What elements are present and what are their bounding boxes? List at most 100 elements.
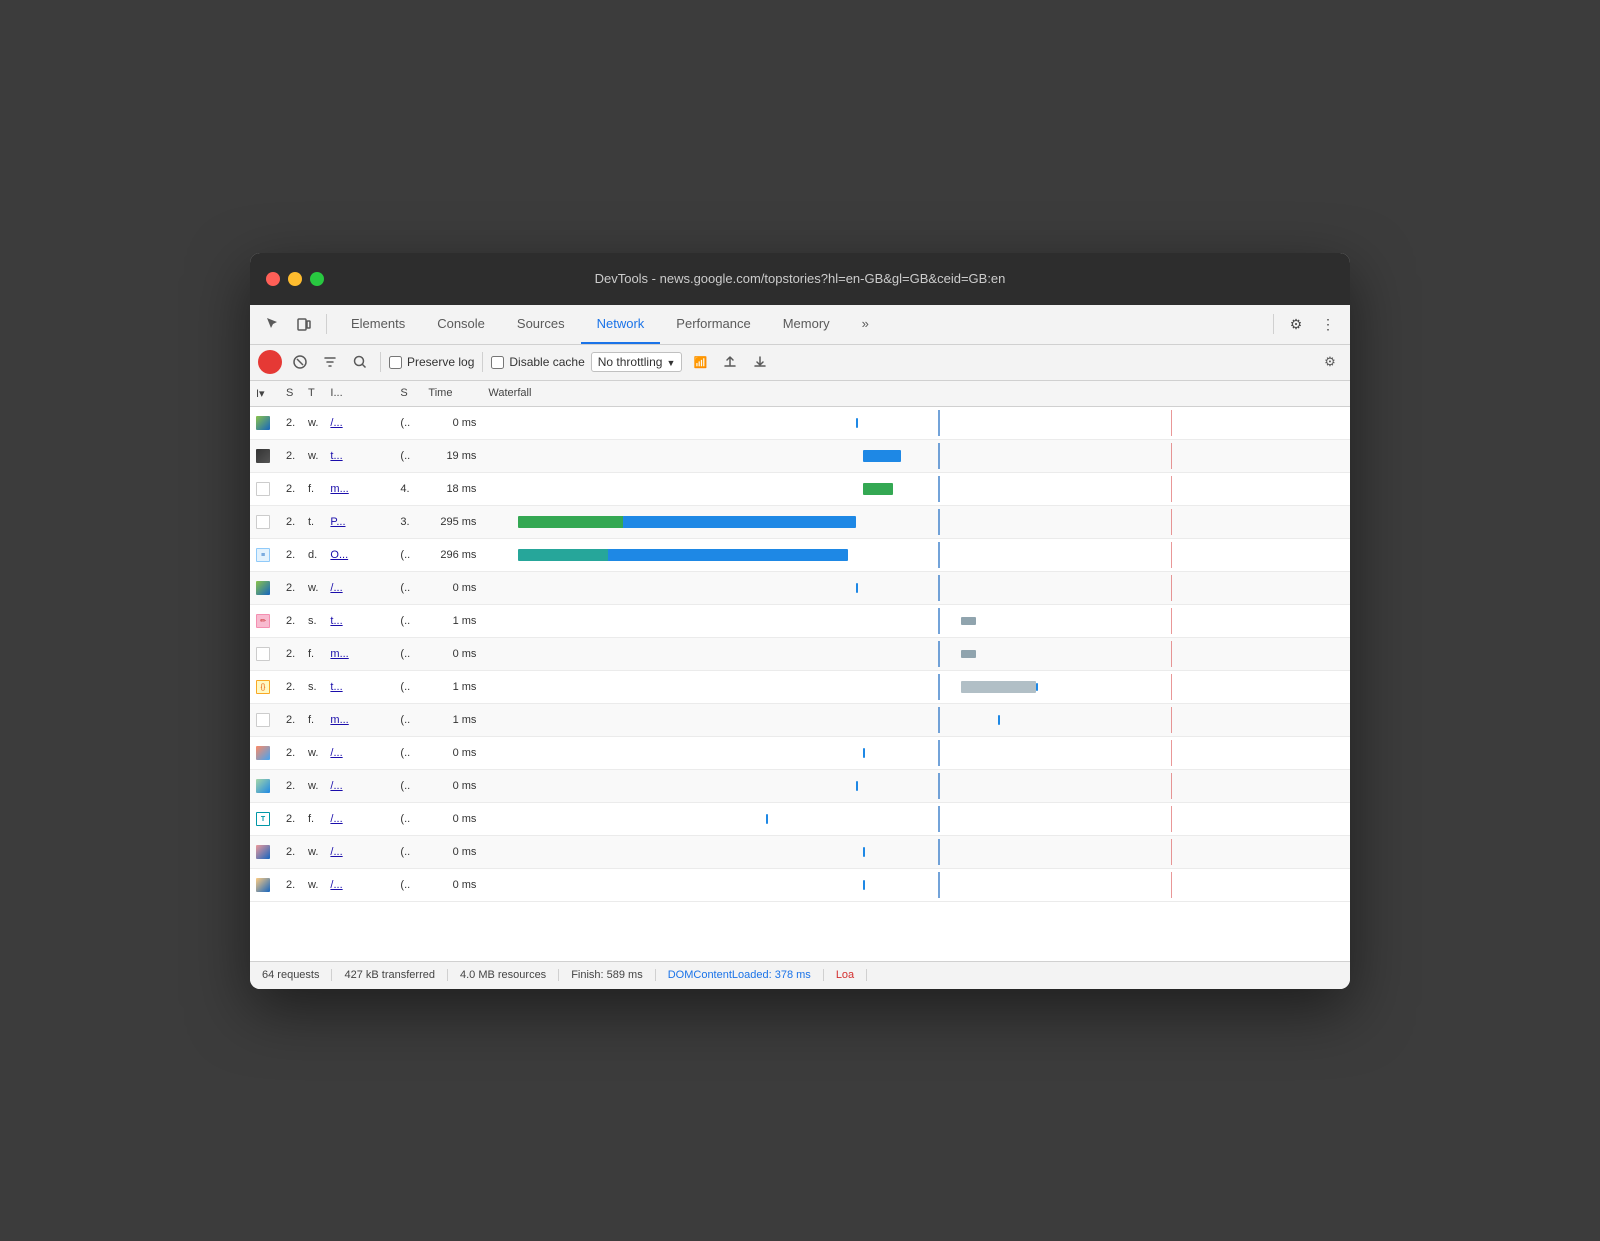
- cell-size: (..: [394, 572, 422, 605]
- cell-name: t...: [324, 605, 394, 638]
- network-table-container[interactable]: I▾ S T I... S Time Waterfall 2. w. /... …: [250, 381, 1350, 961]
- tab-console[interactable]: Console: [421, 304, 501, 344]
- tab-network[interactable]: Network: [581, 304, 661, 344]
- tab-sources[interactable]: Sources: [501, 304, 581, 344]
- record-button[interactable]: [258, 350, 282, 374]
- table-row[interactable]: {} 2. s. t... (.. 1 ms: [250, 671, 1350, 704]
- tab-elements[interactable]: Elements: [335, 304, 421, 344]
- cell-waterfall: [482, 539, 1350, 572]
- cell-col1: 2.: [280, 407, 302, 440]
- table-row[interactable]: ✏ 2. s. t... (.. 1 ms: [250, 605, 1350, 638]
- tab-more[interactable]: »: [846, 304, 885, 344]
- col-header-time[interactable]: Time: [422, 381, 482, 407]
- table-row[interactable]: 2. w. /... (.. 0 ms: [250, 869, 1350, 902]
- table-row[interactable]: 2. t. P... 3. 295 ms: [250, 506, 1350, 539]
- cell-icon: [250, 770, 280, 803]
- cell-name: /...: [324, 407, 394, 440]
- inspect-icon[interactable]: [258, 310, 286, 338]
- table-row[interactable]: 2. f. m... (.. 0 ms: [250, 638, 1350, 671]
- window-title: DevTools - news.google.com/topstories?hl…: [595, 271, 1006, 286]
- cell-size: (..: [394, 638, 422, 671]
- table-row[interactable]: T 2. f. /... (.. 0 ms: [250, 803, 1350, 836]
- cell-icon: [250, 440, 280, 473]
- cell-icon: [250, 473, 280, 506]
- cell-size: (..: [394, 605, 422, 638]
- traffic-lights: [266, 272, 324, 286]
- more-options-icon[interactable]: ⋮: [1314, 310, 1342, 338]
- network-settings-icon[interactable]: ⚙: [1318, 350, 1342, 374]
- col-header-name[interactable]: I...: [324, 381, 394, 407]
- disable-cache-label[interactable]: Disable cache: [491, 355, 584, 369]
- finish: Finish: 589 ms: [559, 969, 656, 981]
- wifi-settings-icon[interactable]: 📶: [688, 350, 712, 374]
- toolbar-right: ⚙ ⋮: [1269, 310, 1342, 338]
- cell-size: (..: [394, 704, 422, 737]
- cell-time: 0 ms: [422, 836, 482, 869]
- cell-size: (..: [394, 737, 422, 770]
- cell-waterfall: [482, 638, 1350, 671]
- transferred: 427 kB transferred: [332, 969, 448, 981]
- cell-name: m...: [324, 638, 394, 671]
- cell-waterfall: [482, 704, 1350, 737]
- tab-performance[interactable]: Performance: [660, 304, 766, 344]
- col-header-size[interactable]: S: [394, 381, 422, 407]
- cell-time: 295 ms: [422, 506, 482, 539]
- device-toolbar-icon[interactable]: [290, 310, 318, 338]
- cell-name: /...: [324, 770, 394, 803]
- cell-name: /...: [324, 803, 394, 836]
- sep1: [380, 352, 381, 372]
- throttle-select[interactable]: No throttling: [591, 352, 683, 372]
- table-row[interactable]: 2. w. /... (.. 0 ms: [250, 836, 1350, 869]
- cell-col2: f.: [302, 803, 324, 836]
- cell-time: 18 ms: [422, 473, 482, 506]
- cell-time: 0 ms: [422, 572, 482, 605]
- cell-col1: 2.: [280, 440, 302, 473]
- cell-time: 0 ms: [422, 803, 482, 836]
- table-row[interactable]: 2. w. /... (.. 0 ms: [250, 407, 1350, 440]
- cell-waterfall: [482, 836, 1350, 869]
- cell-icon: [250, 869, 280, 902]
- cell-size: (..: [394, 869, 422, 902]
- search-icon[interactable]: [348, 350, 372, 374]
- cell-col2: s.: [302, 671, 324, 704]
- table-row[interactable]: 2. w. t... (.. 19 ms: [250, 440, 1350, 473]
- close-button[interactable]: [266, 272, 280, 286]
- cell-col1: 2.: [280, 506, 302, 539]
- table-row[interactable]: 2. f. m... 4. 18 ms: [250, 473, 1350, 506]
- col-header-2[interactable]: S: [280, 381, 302, 407]
- cell-time: 0 ms: [422, 737, 482, 770]
- filter-icon[interactable]: [318, 350, 342, 374]
- cell-waterfall: [482, 407, 1350, 440]
- cell-size: (..: [394, 440, 422, 473]
- cell-size: (..: [394, 407, 422, 440]
- preserve-log-checkbox[interactable]: [389, 356, 402, 369]
- cell-size: (..: [394, 539, 422, 572]
- clear-button[interactable]: [288, 350, 312, 374]
- throttle-chevron: [666, 355, 675, 369]
- disable-cache-checkbox[interactable]: [491, 356, 504, 369]
- settings-icon[interactable]: ⚙: [1282, 310, 1310, 338]
- cell-time: 0 ms: [422, 770, 482, 803]
- table-row[interactable]: 2. w. /... (.. 0 ms: [250, 737, 1350, 770]
- maximize-button[interactable]: [310, 272, 324, 286]
- cell-name: /...: [324, 869, 394, 902]
- preserve-log-label[interactable]: Preserve log: [389, 355, 474, 369]
- download-icon[interactable]: [748, 350, 772, 374]
- col-header-status[interactable]: I▾: [250, 381, 280, 407]
- cell-time: 1 ms: [422, 605, 482, 638]
- cell-waterfall: [482, 506, 1350, 539]
- col-header-waterfall[interactable]: Waterfall: [482, 381, 1350, 407]
- cell-icon: ≡: [250, 539, 280, 572]
- table-row[interactable]: 2. w. /... (.. 0 ms: [250, 572, 1350, 605]
- minimize-button[interactable]: [288, 272, 302, 286]
- tab-memory[interactable]: Memory: [767, 304, 846, 344]
- table-row[interactable]: 2. w. /... (.. 0 ms: [250, 770, 1350, 803]
- cell-icon: [250, 704, 280, 737]
- cell-col1: 2.: [280, 671, 302, 704]
- upload-icon[interactable]: [718, 350, 742, 374]
- col-header-3[interactable]: T: [302, 381, 324, 407]
- cell-icon: [250, 407, 280, 440]
- table-row[interactable]: 2. f. m... (.. 1 ms: [250, 704, 1350, 737]
- cell-waterfall: [482, 440, 1350, 473]
- table-row[interactable]: ≡ 2. d. O... (.. 296 ms: [250, 539, 1350, 572]
